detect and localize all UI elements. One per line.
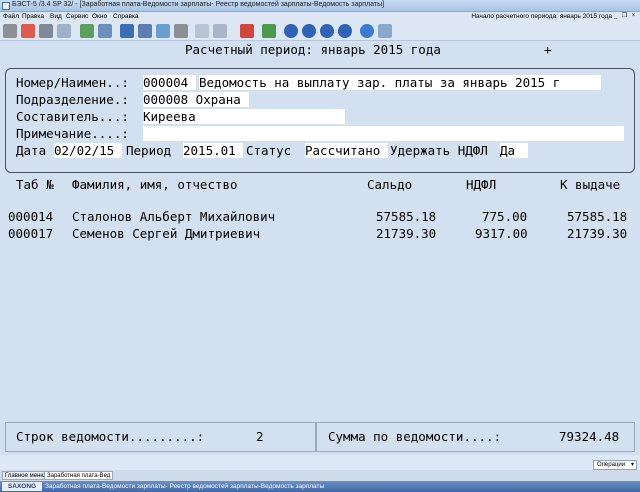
menu-window[interactable]: Окно bbox=[92, 13, 107, 20]
saxong-logo[interactable]: SAXONG bbox=[2, 482, 42, 491]
period-field[interactable]: 2015.01 bbox=[183, 143, 243, 158]
toolbar bbox=[0, 22, 640, 41]
period-indicator: Начало расчетного периода: январь 2015 г… bbox=[471, 13, 612, 20]
prev-icon[interactable] bbox=[302, 24, 316, 38]
save-icon[interactable] bbox=[120, 24, 134, 38]
refresh-icon[interactable] bbox=[156, 24, 170, 38]
chevron-down-icon: ▾ bbox=[630, 462, 634, 468]
tab-main-menu[interactable]: Главное меню bbox=[2, 471, 48, 480]
calculator-icon[interactable] bbox=[21, 24, 35, 38]
document-area: Расчетный период: январь 2015 года + Ном… bbox=[0, 41, 640, 455]
plus-marker: + bbox=[544, 42, 552, 57]
column-payout: К выдаче bbox=[560, 177, 621, 192]
statement-name-field[interactable]: Ведомость на выплату зар. платы за январ… bbox=[199, 75, 601, 90]
total-sum-label: Сумма по ведомости....: bbox=[328, 429, 502, 444]
date-field[interactable]: 02/02/15 bbox=[54, 143, 122, 158]
filter-list-icon[interactable] bbox=[98, 24, 112, 38]
title-bar: БЭСТ-5 /3.4 SP 32/ - [Заработная плата-В… bbox=[0, 0, 640, 12]
row-payout: 21739.30 bbox=[567, 226, 628, 241]
row-tab-number: 000017 bbox=[8, 226, 54, 241]
column-full-name: Фамилия, имя, отчество bbox=[72, 177, 238, 192]
restore-button[interactable]: ❐ bbox=[621, 13, 628, 20]
row-full-name: Сталонов Альберт Михайлович bbox=[72, 209, 276, 224]
menu-bar: Файл Правка Вид Сервис Окно Справка Нача… bbox=[0, 12, 640, 22]
last-icon[interactable] bbox=[338, 24, 352, 38]
operations-label: Операции bbox=[597, 462, 626, 468]
period-label: Период bbox=[126, 143, 172, 158]
window-title: БЭСТ-5 /3.4 SP 32/ - [Заработная плата-В… bbox=[12, 1, 385, 8]
rows-count-value: 2 bbox=[256, 429, 264, 444]
row-ndfl: 9317.00 bbox=[475, 226, 528, 241]
department-field[interactable]: 000008 Охрана bbox=[143, 92, 249, 107]
menu-view[interactable]: Вид bbox=[50, 13, 62, 20]
rows-count-label: Строк ведомости.........: bbox=[16, 429, 205, 444]
filter-menu-icon[interactable] bbox=[213, 24, 227, 38]
row-ndfl: 775.00 bbox=[482, 209, 528, 224]
tools-icon[interactable] bbox=[174, 24, 188, 38]
total-sum-value: 79324.48 bbox=[559, 429, 620, 444]
document-check-icon[interactable] bbox=[378, 24, 392, 38]
author-field[interactable]: Киреева bbox=[143, 109, 345, 124]
row-saldo: 57585.18 bbox=[376, 209, 437, 224]
ndfl-withhold-field[interactable]: Да bbox=[500, 143, 528, 158]
menu-help[interactable]: Справка bbox=[113, 13, 139, 20]
menu-edit[interactable]: Правка bbox=[22, 13, 44, 20]
minimize-button[interactable]: _ bbox=[612, 13, 619, 20]
close-button[interactable]: × bbox=[630, 13, 637, 20]
exit-icon[interactable] bbox=[3, 24, 17, 38]
first-icon[interactable] bbox=[284, 24, 298, 38]
number-label: Номер/Наимен..: bbox=[16, 75, 129, 90]
taskbar-window-title[interactable]: Заработная плата-Ведомости зарплаты- Рее… bbox=[45, 482, 324, 491]
number-field[interactable]: 000004 bbox=[143, 75, 196, 90]
status-field[interactable]: Рассчитано bbox=[305, 143, 388, 158]
row-full-name: Семенов Сергей Дмитриевич bbox=[72, 226, 261, 241]
note-field[interactable] bbox=[143, 126, 624, 141]
ndfl-withhold-label: Удержать НДФЛ bbox=[390, 143, 488, 158]
column-ndfl: НДФЛ bbox=[466, 177, 497, 192]
author-label: Составитель...: bbox=[16, 109, 129, 124]
note-label: Примечание....: bbox=[16, 126, 129, 141]
row-saldo: 21739.30 bbox=[376, 226, 437, 241]
date-label: Дата bbox=[16, 143, 47, 158]
app-icon bbox=[2, 2, 10, 10]
row-payout: 57585.18 bbox=[567, 209, 628, 224]
period-title: Расчетный период: январь 2015 года bbox=[185, 42, 441, 57]
help-icon[interactable] bbox=[360, 24, 374, 38]
status-label: Статус bbox=[246, 143, 292, 158]
taskbar: SAXONG Заработная плата-Ведомости зарпла… bbox=[0, 481, 640, 492]
department-label: Подразделение.: bbox=[16, 92, 129, 107]
row-tab-number: 000014 bbox=[8, 209, 54, 224]
operations-dropdown[interactable]: Операции ▾ bbox=[593, 460, 637, 470]
filter-icon[interactable] bbox=[195, 24, 209, 38]
import-icon[interactable] bbox=[262, 24, 276, 38]
column-tab-number: Таб № bbox=[16, 177, 54, 192]
window-tabs: Главное меню Заработная плата-Вед bbox=[0, 470, 640, 481]
tab-salary-statement[interactable]: Заработная плата-Вед bbox=[44, 471, 114, 480]
printer-icon[interactable] bbox=[39, 24, 53, 38]
edit-icon[interactable] bbox=[80, 24, 94, 38]
menu-service[interactable]: Сервис bbox=[66, 13, 88, 20]
column-saldo: Сальдо bbox=[367, 177, 413, 192]
next-icon[interactable] bbox=[320, 24, 334, 38]
table-icon[interactable] bbox=[138, 24, 152, 38]
delete-icon[interactable] bbox=[240, 24, 254, 38]
menu-file[interactable]: Файл bbox=[3, 13, 19, 20]
print-preview-icon[interactable] bbox=[57, 24, 71, 38]
